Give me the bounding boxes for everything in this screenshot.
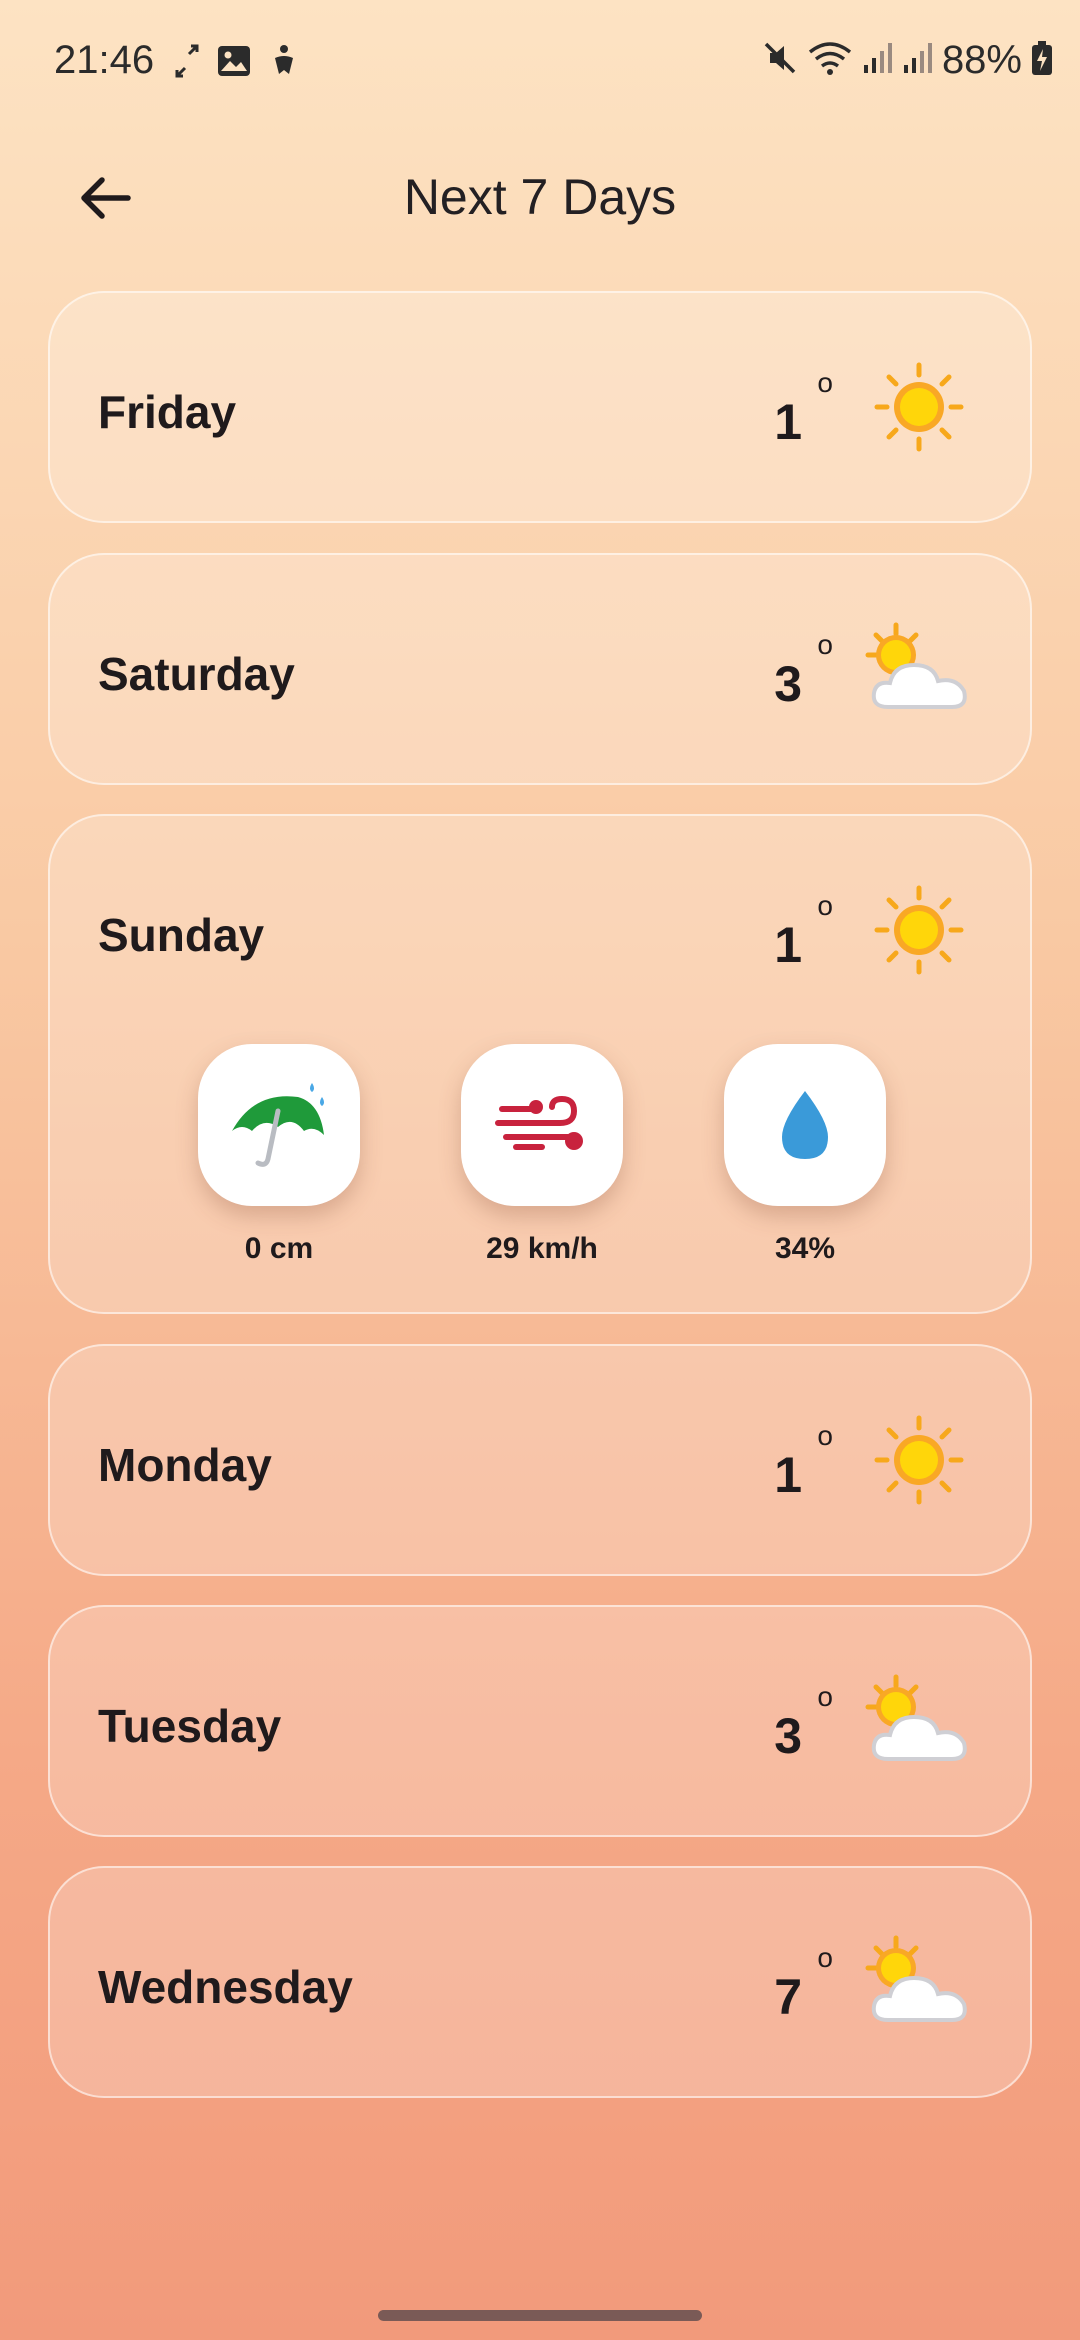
day-name: Friday — [98, 386, 237, 438]
day-name: Saturday — [98, 648, 295, 700]
day-name: Monday — [98, 1439, 272, 1491]
gallery-icon — [217, 45, 251, 82]
degree-symbol: o — [817, 629, 833, 660]
degree-symbol: o — [817, 1942, 833, 1973]
status-time: 21:46 — [54, 38, 155, 82]
day-card-monday[interactable]: Monday 1 o — [48, 1344, 1032, 1576]
wind-speed-value: 29 km/h — [486, 1232, 598, 1265]
sun-cloud-icon — [865, 1935, 967, 2022]
degree-symbol: o — [817, 1681, 833, 1712]
precipitation-tile — [198, 1044, 360, 1206]
degree-symbol: o — [817, 1420, 833, 1451]
temperature: 1 — [774, 917, 802, 973]
humidity-tile — [724, 1044, 886, 1206]
precipitation-detail: 0 cm — [198, 1044, 360, 1266]
cast-icon — [175, 44, 199, 83]
accessibility-icon — [269, 44, 299, 83]
battery-percent: 88% — [941, 38, 1022, 82]
status-left-icons — [175, 44, 299, 83]
temperature: 3 — [774, 656, 802, 712]
header: Next 7 Days — [0, 150, 1080, 240]
wind-icon — [495, 1095, 583, 1150]
wind-tile — [461, 1044, 623, 1206]
sun-icon — [874, 885, 964, 975]
signal-icon — [862, 41, 892, 80]
temperature: 7 — [774, 1969, 802, 2025]
temperature: 1 — [774, 1447, 802, 1503]
humidity-drop-icon — [782, 1091, 828, 1159]
sun-cloud-icon — [865, 622, 967, 709]
mute-icon — [762, 40, 798, 81]
weather-details: 0 cm 29 km/h 34% — [50, 1044, 1030, 1284]
umbrella-icon — [232, 1083, 324, 1167]
day-name: Sunday — [98, 909, 265, 961]
precipitation-value: 0 cm — [244, 1232, 314, 1265]
home-indicator[interactable] — [378, 2310, 702, 2321]
day-card-friday[interactable]: Friday 1 o — [48, 291, 1032, 523]
battery-charging-icon — [1032, 41, 1052, 80]
temperature: 1 — [774, 394, 802, 450]
day-card-sunday[interactable]: Sunday 1 o 0 cm 29 km/h 34% — [48, 814, 1032, 1314]
sun-icon — [874, 362, 964, 452]
temperature: 3 — [774, 1708, 802, 1764]
day-name: Tuesday — [98, 1700, 282, 1752]
day-card-wednesday[interactable]: Wednesday 7 o — [48, 1866, 1032, 2098]
status-bar: 21:46 88% — [0, 0, 1080, 125]
status-right-icons: 88% — [762, 38, 1052, 83]
sun-icon — [874, 1415, 964, 1505]
day-card-tuesday[interactable]: Tuesday 3 o — [48, 1605, 1032, 1837]
wind-detail: 29 km/h — [461, 1044, 623, 1266]
degree-symbol: o — [817, 890, 833, 921]
humidity-value: 34% — [774, 1232, 836, 1265]
wifi-icon — [808, 40, 852, 81]
humidity-detail: 34% — [724, 1044, 886, 1266]
sun-cloud-icon — [865, 1674, 967, 1761]
signal-icon — [902, 41, 932, 80]
degree-symbol: o — [817, 367, 833, 398]
day-name: Wednesday — [98, 1961, 353, 2013]
day-card-saturday[interactable]: Saturday 3 o — [48, 553, 1032, 785]
page-title: Next 7 Days — [403, 169, 677, 225]
